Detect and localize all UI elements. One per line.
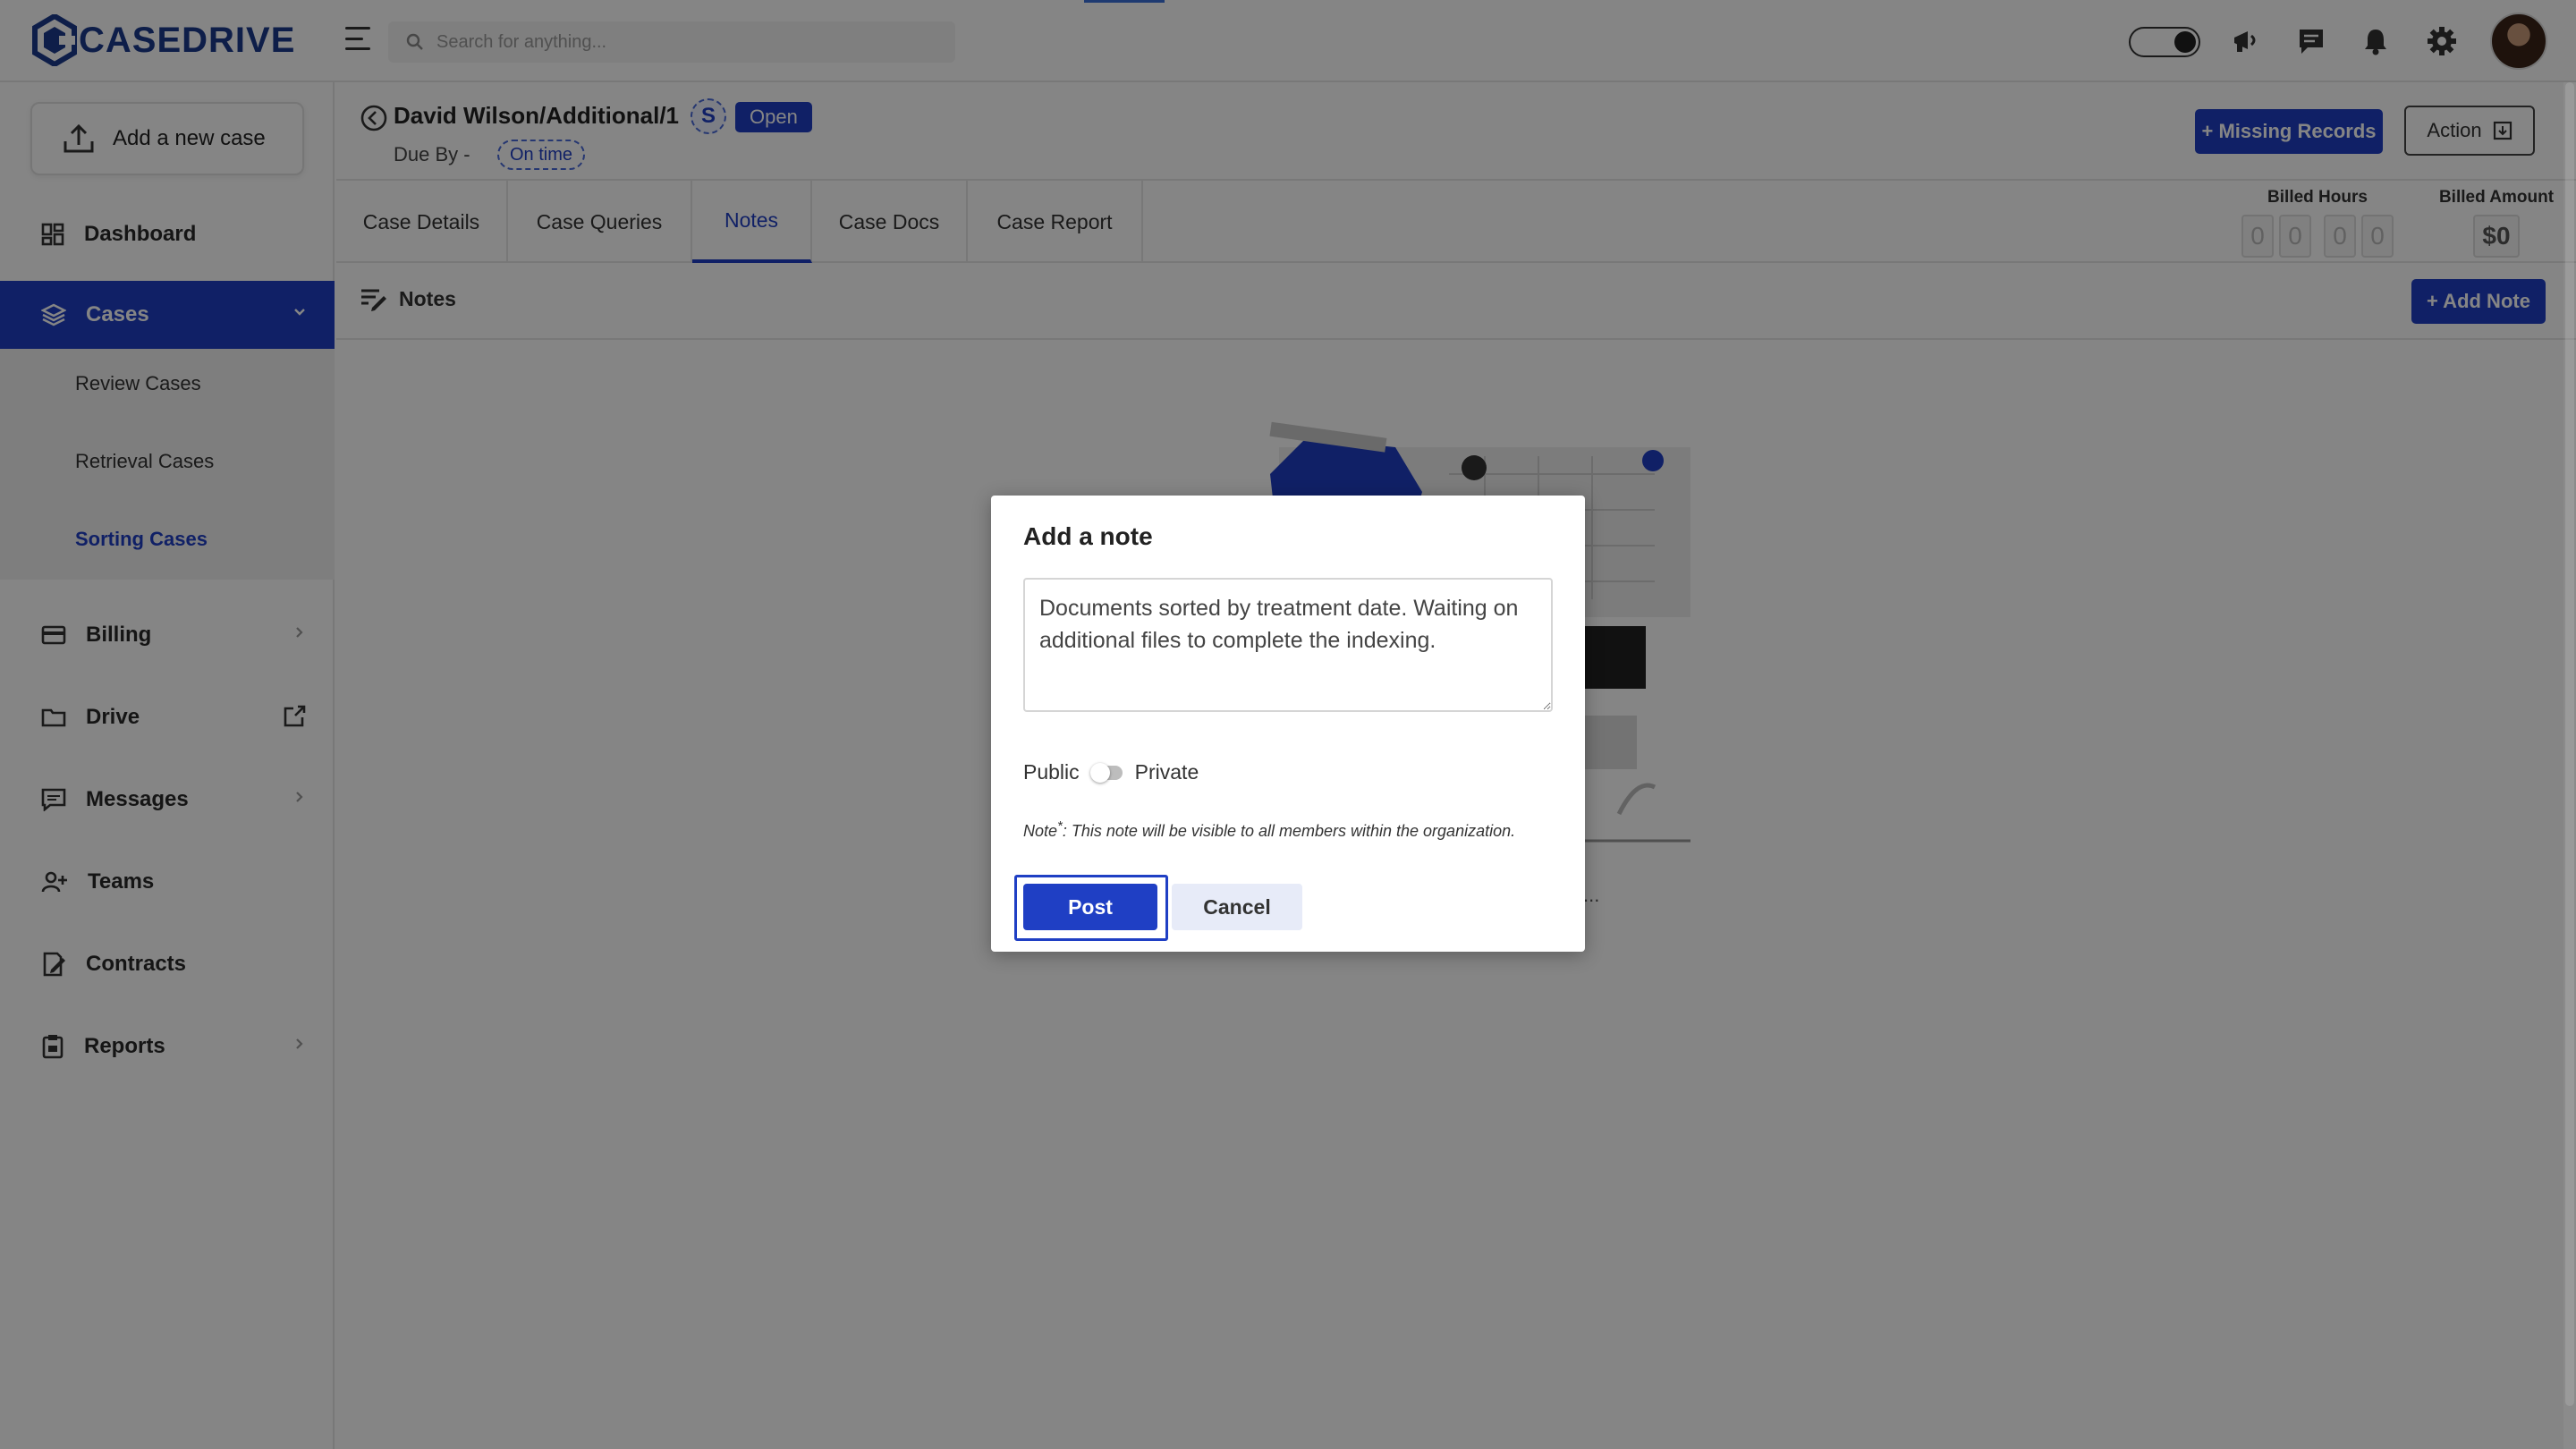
private-label: Private — [1134, 760, 1199, 784]
dialog-title: Add a note — [1023, 522, 1153, 550]
public-label: Public — [1023, 760, 1080, 784]
page-scrollbar[interactable] — [2563, 82, 2576, 1449]
privacy-toggle-row: Public Private — [1023, 760, 1199, 784]
note-prefix: Note — [1023, 822, 1058, 840]
privacy-toggle[interactable] — [1089, 762, 1123, 783]
note-message: : This note will be visible to all membe… — [1062, 822, 1516, 840]
add-note-dialog: Add a note Documents sorted by treatment… — [991, 496, 1585, 952]
cancel-button[interactable]: Cancel — [1172, 884, 1302, 930]
post-button[interactable]: Post — [1023, 884, 1157, 930]
visibility-note: Note*: This note will be visible to all … — [1023, 814, 1542, 843]
note-textarea[interactable]: Documents sorted by treatment date. Wait… — [1023, 578, 1553, 712]
